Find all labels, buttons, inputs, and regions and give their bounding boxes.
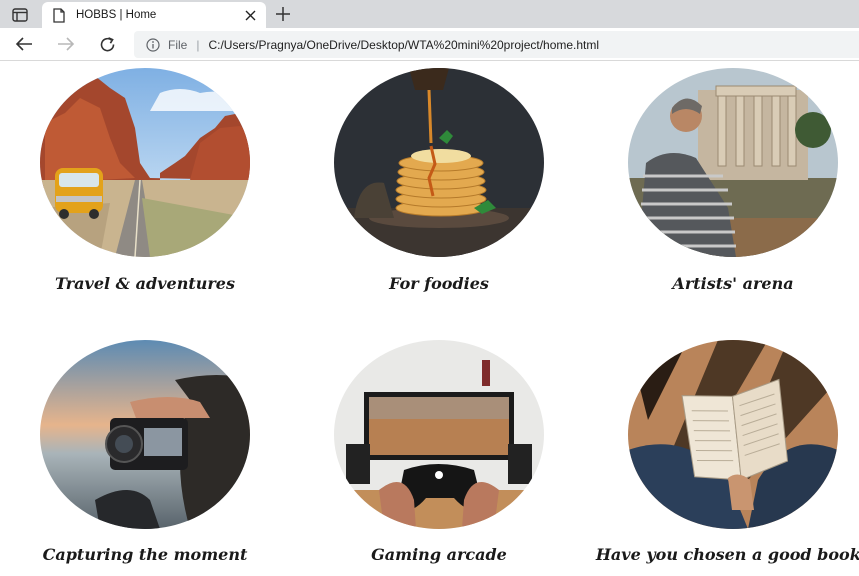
category-foodies[interactable]: For foodies	[334, 68, 546, 293]
category-artists[interactable]: Artists' arena	[628, 68, 840, 293]
back-arrow-icon[interactable]	[11, 32, 37, 56]
scheme-label: File	[168, 37, 188, 52]
photography-image[interactable]	[40, 340, 250, 529]
document-icon	[53, 7, 67, 23]
page-content: Travel & adventures For foodies Artists'…	[0, 62, 859, 576]
separator: |	[196, 37, 200, 52]
foodies-image[interactable]	[334, 68, 544, 257]
category-caption[interactable]: Gaming arcade	[304, 545, 574, 564]
category-caption[interactable]: For foodies	[304, 274, 574, 293]
plus-icon[interactable]	[272, 3, 294, 25]
category-caption[interactable]: Artists' arena	[598, 274, 859, 293]
artists-image[interactable]	[628, 68, 838, 257]
reload-icon[interactable]	[94, 32, 120, 56]
category-travel[interactable]: Travel & adventures	[40, 68, 252, 293]
category-caption[interactable]: Have you chosen a good book?	[583, 545, 859, 564]
category-caption[interactable]: Travel & adventures	[10, 274, 280, 293]
window-icon[interactable]	[9, 6, 31, 24]
category-caption[interactable]: Capturing the moment	[10, 545, 280, 564]
info-icon[interactable]	[146, 37, 160, 52]
travel-image[interactable]	[40, 68, 250, 257]
browser-tab[interactable]: HOBBS | Home	[42, 2, 266, 28]
tab-strip: HOBBS | Home	[0, 0, 859, 28]
books-image[interactable]	[628, 340, 838, 529]
address-toolbar: File | C:/Users/Pragnya/OneDrive/Desktop…	[0, 28, 859, 61]
gaming-image[interactable]	[334, 340, 544, 529]
address-bar[interactable]: File | C:/Users/Pragnya/OneDrive/Desktop…	[134, 31, 859, 58]
close-icon[interactable]	[239, 4, 261, 26]
url-text[interactable]: C:/Users/Pragnya/OneDrive/Desktop/WTA%20…	[208, 38, 599, 52]
category-books[interactable]: Have you chosen a good book?	[596, 340, 859, 564]
category-gaming[interactable]: Gaming arcade	[334, 340, 546, 564]
tab-title: HOBBS | Home	[76, 9, 157, 21]
category-photography[interactable]: Capturing the moment	[40, 340, 252, 564]
forward-arrow-icon[interactable]	[53, 32, 79, 56]
